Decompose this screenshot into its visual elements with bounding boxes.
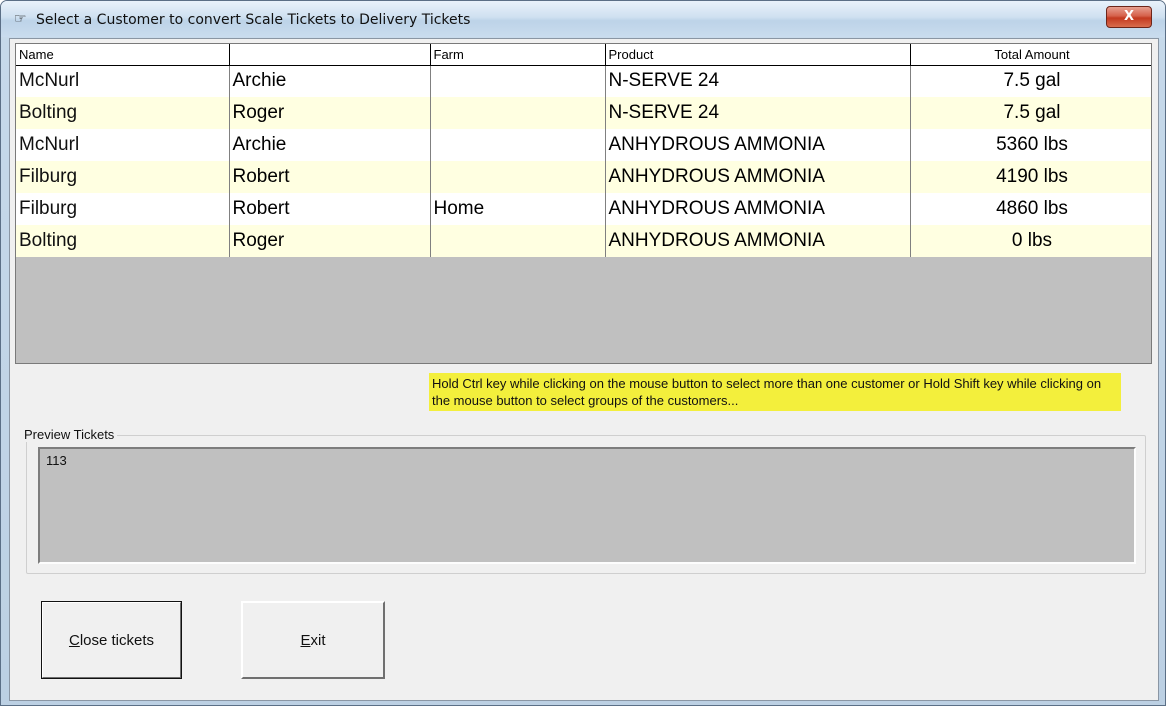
column-header-total-amount[interactable]: Total Amount [910,44,1151,66]
selection-hint: Hold Ctrl key while clicking on the mous… [429,373,1121,411]
cell-last-name[interactable]: McNurl [16,65,230,97]
table-row[interactable]: Bolting Roger N-SERVE 24 7.5 gal [16,97,1151,129]
exit-label: xit [310,631,326,649]
window-title: Select a Customer to convert Scale Ticke… [36,12,471,28]
cell-first-name[interactable]: Roger [229,225,431,257]
exit-button[interactable]: Exit [241,601,385,679]
column-header-name[interactable]: Name [16,44,230,66]
exit-accelerator: E [300,631,311,649]
table-row[interactable]: McNurl Archie N-SERVE 24 7.5 gal [16,65,1151,97]
cell-total-amount[interactable]: 5360 lbs [910,129,1151,161]
close-tickets-button[interactable]: Close tickets [41,601,182,679]
table-row[interactable]: McNurl Archie ANHYDROUS AMMONIA 5360 lbs [16,129,1151,161]
cell-total-amount[interactable]: 7.5 gal [910,65,1151,97]
cell-total-amount[interactable]: 4190 lbs [910,161,1151,193]
cell-first-name[interactable]: Archie [229,129,431,161]
cell-farm[interactable] [430,129,606,161]
pointing-hand-icon: ☞ [14,11,27,27]
column-header-farm[interactable]: Farm [430,44,606,66]
cell-product[interactable]: ANHYDROUS AMMONIA [605,129,911,161]
cell-product[interactable]: ANHYDROUS AMMONIA [605,225,911,257]
cell-first-name[interactable]: Robert [229,161,431,193]
cell-product[interactable]: N-SERVE 24 [605,65,911,97]
grid-header-row: Name Farm Product Total Amount [16,44,1151,66]
cell-product[interactable]: ANHYDROUS AMMONIA [605,193,911,225]
cell-total-amount[interactable]: 4860 lbs [910,193,1151,225]
cell-farm[interactable] [430,225,606,257]
column-header-product[interactable]: Product [605,44,911,66]
cell-last-name[interactable]: Filburg [16,161,230,193]
cell-last-name[interactable]: Filburg [16,193,230,225]
close-window-button[interactable]: X [1106,6,1152,28]
cell-first-name[interactable]: Robert [229,193,431,225]
preview-tickets-list[interactable]: 113 [38,447,1136,564]
column-header-first-name[interactable] [229,44,431,66]
preview-tickets-label: Preview Tickets [21,427,118,442]
cell-first-name[interactable]: Roger [229,97,431,129]
cell-first-name[interactable]: Archie [229,65,431,97]
dialog-body: Name Farm Product Total Amount McNurl Ar… [9,38,1159,701]
cell-product[interactable]: N-SERVE 24 [605,97,911,129]
cell-farm[interactable] [430,65,606,97]
cell-last-name[interactable]: McNurl [16,129,230,161]
table-row[interactable]: Bolting Roger ANHYDROUS AMMONIA 0 lbs [16,225,1151,257]
close-tickets-label: lose tickets [79,631,155,649]
cell-total-amount[interactable]: 7.5 gal [910,97,1151,129]
table-row[interactable]: Filburg Robert Home ANHYDROUS AMMONIA 48… [16,193,1151,225]
title-bar: ☞ Select a Customer to convert Scale Tic… [1,1,1165,37]
cell-last-name[interactable]: Bolting [16,225,230,257]
app-window: ☞ Select a Customer to convert Scale Tic… [0,0,1166,706]
close-tickets-accelerator: C [68,631,80,649]
customer-grid[interactable]: Name Farm Product Total Amount McNurl Ar… [15,43,1152,364]
table-row[interactable]: Filburg Robert ANHYDROUS AMMONIA 4190 lb… [16,161,1151,193]
cell-farm[interactable] [430,161,606,193]
cell-farm[interactable] [430,97,606,129]
cell-total-amount[interactable]: 0 lbs [910,225,1151,257]
cell-product[interactable]: ANHYDROUS AMMONIA [605,161,911,193]
cell-last-name[interactable]: Bolting [16,97,230,129]
cell-farm[interactable]: Home [430,193,606,225]
